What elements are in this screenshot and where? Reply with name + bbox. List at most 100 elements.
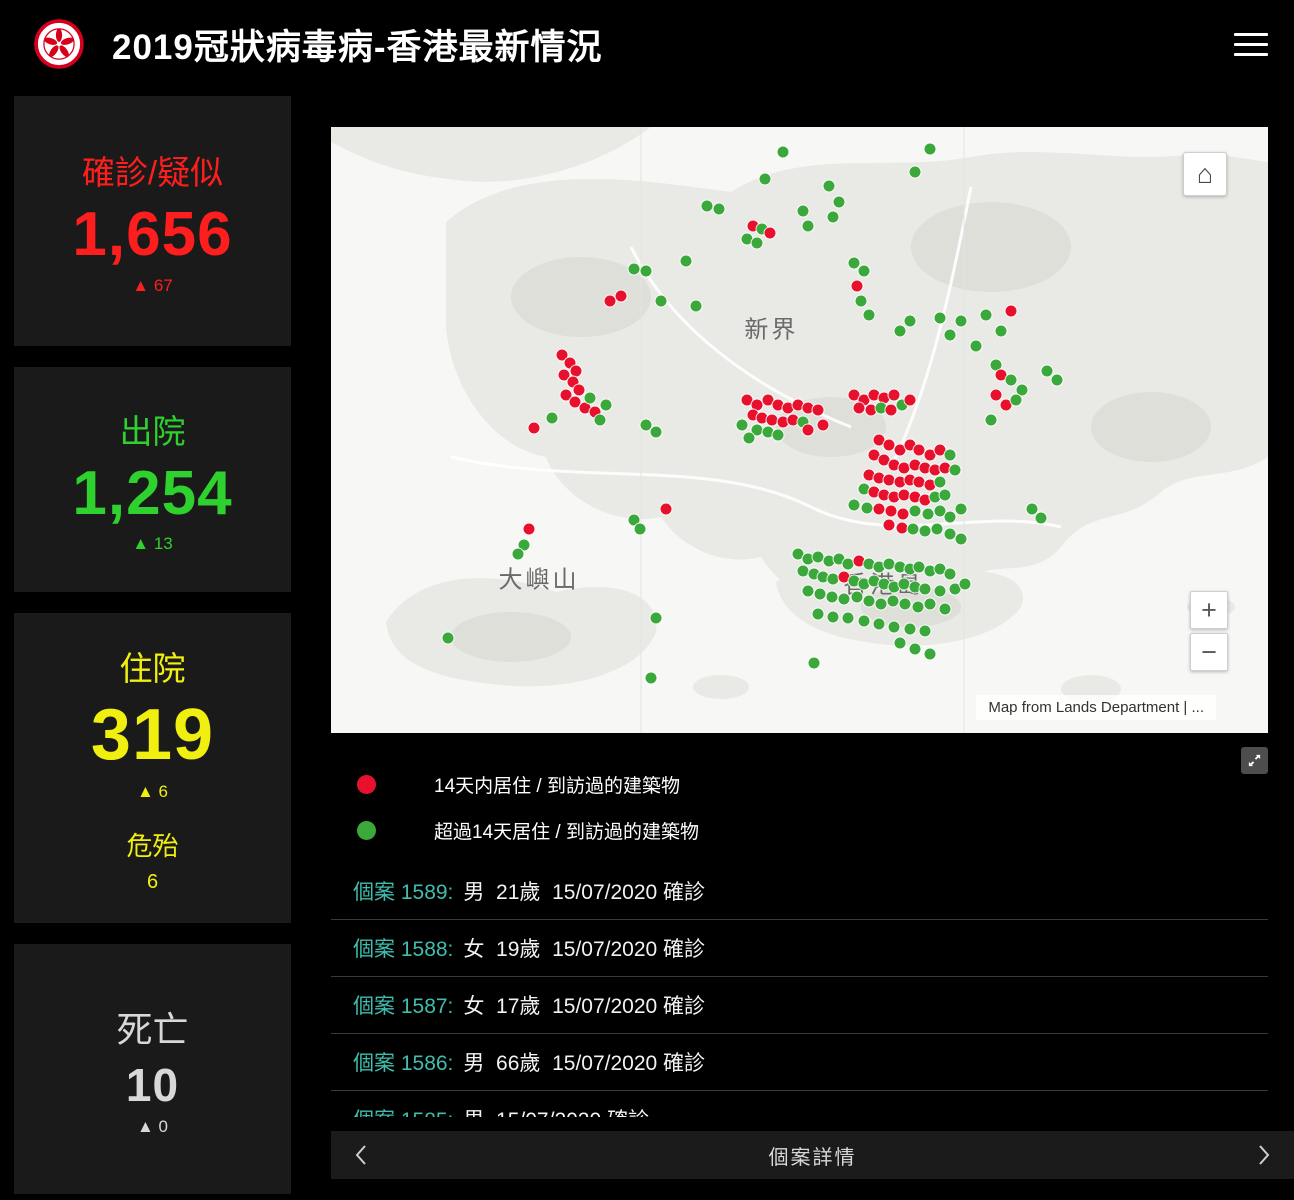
case-marker-old[interactable] <box>843 613 854 624</box>
case-marker-old[interactable] <box>924 143 935 154</box>
case-marker-old[interactable] <box>839 594 850 605</box>
case-marker-old[interactable] <box>833 196 844 207</box>
case-row[interactable]: 個案 1586:男 66歲 15/07/2020 確診 <box>331 1034 1268 1091</box>
case-marker-old[interactable] <box>912 601 923 612</box>
case-marker-recent[interactable] <box>886 405 897 416</box>
case-marker-old[interactable] <box>900 598 911 609</box>
case-marker-old[interactable] <box>701 201 712 212</box>
case-marker-recent[interactable] <box>853 555 864 566</box>
case-marker-old[interactable] <box>802 586 813 597</box>
case-marker-old[interactable] <box>1041 365 1052 376</box>
case-marker-old[interactable] <box>777 146 788 157</box>
case-marker-old[interactable] <box>823 181 834 192</box>
case-marker-old[interactable] <box>924 566 935 577</box>
case-marker-old[interactable] <box>802 221 813 232</box>
map-home-button[interactable]: ⌂ <box>1183 152 1227 196</box>
previous-panel-button[interactable] <box>337 1131 385 1179</box>
case-marker-recent[interactable] <box>899 489 910 500</box>
case-marker-old[interactable] <box>920 583 931 594</box>
case-marker-recent[interactable] <box>884 519 895 530</box>
case-marker-old[interactable] <box>851 591 862 602</box>
case-marker-old[interactable] <box>600 400 611 411</box>
case-marker-recent[interactable] <box>757 412 768 423</box>
case-marker-recent[interactable] <box>886 506 897 517</box>
next-panel-button[interactable] <box>1240 1131 1288 1179</box>
case-marker-old[interactable] <box>985 415 996 426</box>
case-marker-old[interactable] <box>513 549 524 560</box>
case-marker-old[interactable] <box>651 426 662 437</box>
case-marker-old[interactable] <box>995 325 1006 336</box>
case-marker-recent[interactable] <box>896 522 907 533</box>
case-marker-old[interactable] <box>813 608 824 619</box>
case-marker-old[interactable] <box>856 295 867 306</box>
case-marker-recent[interactable] <box>905 395 916 406</box>
map[interactable]: 新界大嶼山香港島 ⌂ + − Map from Lands Department… <box>331 127 1268 733</box>
case-marker-old[interactable] <box>909 643 920 654</box>
case-marker-old[interactable] <box>876 598 887 609</box>
case-marker-old[interactable] <box>635 524 646 535</box>
case-marker-recent[interactable] <box>767 415 778 426</box>
case-marker-recent[interactable] <box>889 459 900 470</box>
case-marker-recent[interactable] <box>874 472 885 483</box>
case-marker-old[interactable] <box>924 648 935 659</box>
case-marker-recent[interactable] <box>920 462 931 473</box>
case-marker-old[interactable] <box>889 621 900 632</box>
case-marker-old[interactable] <box>828 211 839 222</box>
case-marker-old[interactable] <box>863 310 874 321</box>
case-marker-recent[interactable] <box>863 469 874 480</box>
case-marker-old[interactable] <box>960 578 971 589</box>
case-marker-recent[interactable] <box>777 417 788 428</box>
case-marker-old[interactable] <box>945 512 956 523</box>
hamburger-menu-icon[interactable] <box>1230 26 1272 62</box>
case-marker-old[interactable] <box>935 313 946 324</box>
case-marker-recent[interactable] <box>529 423 540 434</box>
case-marker-old[interactable] <box>945 449 956 460</box>
case-marker-old[interactable] <box>970 340 981 351</box>
case-marker-recent[interactable] <box>1006 305 1017 316</box>
case-marker-old[interactable] <box>645 673 656 684</box>
case-marker-old[interactable] <box>939 603 950 614</box>
case-marker-old[interactable] <box>443 633 454 644</box>
case-marker-recent[interactable] <box>894 444 905 455</box>
case-marker-old[interactable] <box>894 638 905 649</box>
case-row[interactable]: 個案 1589:男 21歲 15/07/2020 確診 <box>331 863 1268 920</box>
case-marker-recent[interactable] <box>897 509 908 520</box>
case-marker-recent[interactable] <box>817 420 828 431</box>
case-marker-old[interactable] <box>859 266 870 277</box>
case-marker-recent[interactable] <box>569 397 580 408</box>
case-marker-recent[interactable] <box>787 415 798 426</box>
case-marker-recent[interactable] <box>991 390 1002 401</box>
case-marker-old[interactable] <box>945 569 956 580</box>
case-marker-old[interactable] <box>955 315 966 326</box>
case-marker-old[interactable] <box>1010 395 1021 406</box>
case-marker-old[interactable] <box>863 558 874 569</box>
case-marker-old[interactable] <box>955 504 966 515</box>
case-marker-old[interactable] <box>1006 375 1017 386</box>
case-marker-old[interactable] <box>909 581 920 592</box>
case-marker-old[interactable] <box>1026 504 1037 515</box>
case-marker-old[interactable] <box>848 575 859 586</box>
case-marker-old[interactable] <box>827 591 838 602</box>
case-marker-old[interactable] <box>920 625 931 636</box>
case-marker-old[interactable] <box>828 611 839 622</box>
case-marker-old[interactable] <box>743 432 754 443</box>
case-marker-old[interactable] <box>955 534 966 545</box>
case-marker-recent[interactable] <box>939 462 950 473</box>
case-marker-old[interactable] <box>808 658 819 669</box>
case-marker-old[interactable] <box>905 623 916 634</box>
case-marker-recent[interactable] <box>909 492 920 503</box>
case-marker-old[interactable] <box>935 476 946 487</box>
case-marker-old[interactable] <box>932 524 943 535</box>
case-marker-recent[interactable] <box>894 476 905 487</box>
case-marker-old[interactable] <box>828 574 839 585</box>
case-marker-recent[interactable] <box>909 459 920 470</box>
case-row[interactable]: 個案 1588:女 19歲 15/07/2020 確診 <box>331 920 1268 977</box>
case-marker-old[interactable] <box>772 429 783 440</box>
case-marker-old[interactable] <box>802 554 813 565</box>
case-marker-old[interactable] <box>584 393 595 404</box>
case-marker-old[interactable] <box>1052 375 1063 386</box>
case-marker-old[interactable] <box>894 561 905 572</box>
case-marker-old[interactable] <box>859 615 870 626</box>
case-marker-recent[interactable] <box>889 390 900 401</box>
case-row[interactable]: 個案 1587:女 17歲 15/07/2020 確診 <box>331 977 1268 1034</box>
